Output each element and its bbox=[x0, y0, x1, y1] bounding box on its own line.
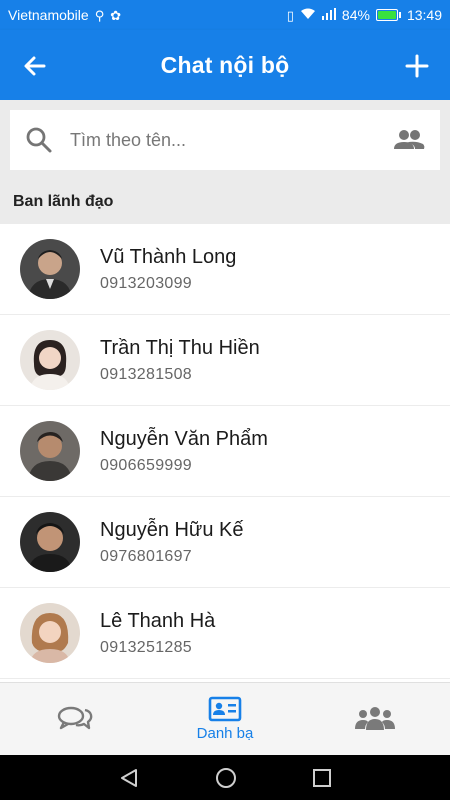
status-bar: Vietnamobile ⚲ ✿ ▯ 84% 13:49 bbox=[0, 0, 450, 30]
avatar bbox=[20, 330, 80, 390]
nav-chat[interactable] bbox=[0, 683, 150, 755]
system-nav-bar bbox=[0, 755, 450, 800]
contact-phone: 0913203099 bbox=[100, 274, 192, 292]
contact-name: Nguyễn Hữu Kế bbox=[100, 518, 244, 541]
group-icon[interactable] bbox=[392, 125, 426, 155]
bottom-nav: Danh bạ bbox=[0, 682, 450, 755]
contact-item[interactable]: Vũ Thành Long 0913203099 bbox=[0, 224, 450, 315]
page-title: Chat nội bộ bbox=[160, 51, 290, 78]
groups-icon bbox=[355, 707, 395, 730]
carrier-name: Vietnamobile bbox=[8, 7, 89, 23]
contact-item[interactable]: Trần Thị Thu Hiền 0913281508 bbox=[0, 315, 450, 406]
search-input[interactable] bbox=[70, 129, 392, 151]
search-bar bbox=[0, 100, 450, 180]
home-circle-icon[interactable] bbox=[215, 767, 237, 789]
wifi-icon bbox=[300, 8, 316, 22]
notification-icon: ✿ bbox=[110, 7, 122, 23]
signal-icon bbox=[321, 8, 336, 22]
contact-phone: 0976801697 bbox=[100, 547, 192, 565]
avatar bbox=[20, 512, 80, 572]
contact-name: Lê Thanh Hà bbox=[100, 609, 216, 632]
section-header: Ban lãnh đạo bbox=[0, 180, 450, 224]
avatar bbox=[20, 239, 80, 299]
contact-item[interactable]: Nguyễn Hữu Kế 0976801697 bbox=[0, 497, 450, 588]
battery-icon bbox=[375, 9, 401, 21]
contact-card-icon bbox=[208, 696, 242, 722]
search-icon bbox=[26, 127, 52, 153]
contact-phone: 0913281508 bbox=[100, 365, 192, 383]
avatar bbox=[20, 421, 80, 481]
contact-phone: 0913251285 bbox=[100, 638, 192, 656]
battery-percent: 84% bbox=[341, 7, 370, 23]
contact-name: Nguyễn Văn Phẩm bbox=[100, 427, 268, 450]
app-bar: Chat nội bộ bbox=[0, 30, 450, 100]
contact-item[interactable]: Lê Thanh Hà 0913251285 bbox=[0, 588, 450, 679]
contact-phone: 0906659999 bbox=[100, 456, 192, 474]
search-box bbox=[10, 110, 440, 170]
plus-icon[interactable] bbox=[402, 51, 432, 81]
chat-icon bbox=[57, 706, 93, 730]
clock: 13:49 bbox=[406, 7, 442, 23]
vibrate-icon: ▯ bbox=[286, 7, 294, 23]
arrow-left-icon[interactable] bbox=[20, 51, 50, 81]
nav-contacts-label: Danh bạ bbox=[196, 725, 254, 742]
back-triangle-icon[interactable] bbox=[118, 767, 140, 789]
avatar bbox=[20, 603, 80, 663]
contact-list: Vũ Thành Long 0913203099 Trần Thị Thu Hi… bbox=[0, 224, 450, 679]
nav-groups[interactable] bbox=[300, 683, 450, 755]
nav-contacts[interactable]: Danh bạ bbox=[150, 683, 300, 755]
contact-item[interactable]: Nguyễn Văn Phẩm 0906659999 bbox=[0, 406, 450, 497]
recents-square-icon[interactable] bbox=[312, 768, 332, 788]
contact-name: Vũ Thành Long bbox=[100, 245, 237, 268]
contact-name: Trần Thị Thu Hiền bbox=[100, 336, 260, 359]
usb-icon: ⚲ bbox=[94, 7, 105, 23]
